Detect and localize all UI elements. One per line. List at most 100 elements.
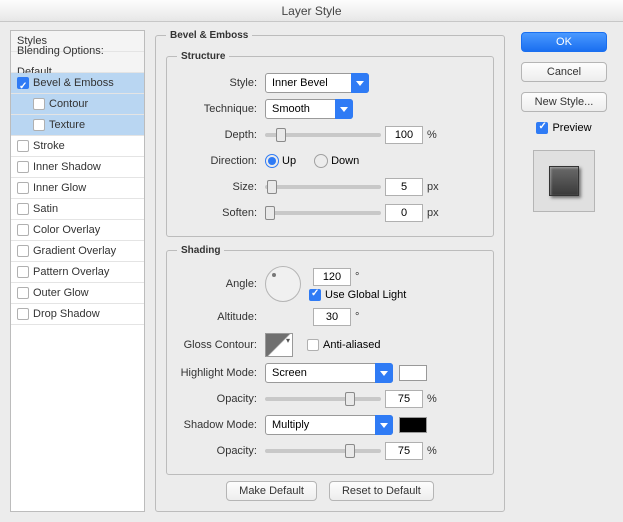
effect-checkbox[interactable] (17, 203, 29, 215)
shadow-mode-select[interactable]: Multiply (265, 415, 393, 435)
reset-default-button[interactable]: Reset to Default (329, 481, 434, 501)
style-label: Style: (177, 77, 265, 89)
angle-label: Angle: (177, 278, 265, 290)
window-titlebar: Layer Style (0, 0, 623, 22)
effect-row[interactable]: Texture (11, 115, 144, 136)
effect-label: Inner Glow (33, 178, 86, 199)
depth-input[interactable] (385, 126, 423, 144)
shading-legend: Shading (177, 245, 224, 256)
effect-checkbox[interactable] (17, 182, 29, 194)
effect-row[interactable]: Bevel & Emboss (11, 73, 144, 94)
highlight-mode-select[interactable]: Screen (265, 363, 393, 383)
effect-checkbox[interactable] (17, 161, 29, 173)
size-input[interactable] (385, 178, 423, 196)
effect-checkbox[interactable] (17, 245, 29, 257)
content: Styles Blending Options: Default Bevel &… (0, 22, 623, 522)
anti-aliased-label: Anti-aliased (323, 339, 380, 351)
effect-checkbox[interactable] (17, 140, 29, 152)
hl-opacity-slider[interactable] (265, 397, 381, 401)
effect-row[interactable]: Pattern Overlay (11, 262, 144, 283)
sh-opacity-input[interactable] (385, 442, 423, 460)
shadow-color-swatch[interactable] (399, 417, 427, 433)
depth-slider[interactable] (265, 133, 381, 137)
effect-row[interactable]: Satin (11, 199, 144, 220)
bevel-emboss-panel: Bevel & Emboss Structure Style: Inner Be… (155, 30, 505, 512)
hl-opacity-input[interactable] (385, 390, 423, 408)
effect-row[interactable]: Drop Shadow (11, 304, 144, 325)
soften-slider[interactable] (265, 211, 381, 215)
sh-opacity-label: Opacity: (177, 445, 265, 457)
new-style-button[interactable]: New Style... (521, 92, 607, 112)
effect-label: Satin (33, 199, 58, 220)
angle-unit: ° (355, 271, 359, 283)
effect-row[interactable]: Inner Shadow (11, 157, 144, 178)
effect-row[interactable]: Outer Glow (11, 283, 144, 304)
direction-down-radio[interactable] (314, 154, 328, 168)
effect-checkbox[interactable] (17, 77, 29, 89)
effect-label: Color Overlay (33, 220, 100, 241)
gloss-contour-picker[interactable]: ▾ (265, 333, 293, 357)
size-slider[interactable] (265, 185, 381, 189)
altitude-label: Altitude: (177, 311, 265, 323)
effect-label: Texture (49, 115, 85, 136)
technique-select[interactable]: Smooth (265, 99, 353, 119)
ok-button[interactable]: OK (521, 32, 607, 52)
soften-label: Soften: (177, 207, 265, 219)
effect-label: Drop Shadow (33, 304, 100, 325)
direction-up-radio[interactable] (265, 154, 279, 168)
shadow-mode-label: Shadow Mode: (177, 419, 265, 431)
effect-row[interactable]: Contour (11, 94, 144, 115)
structure-legend: Structure (177, 51, 229, 62)
layer-style-window: Layer Style Styles Blending Options: Def… (0, 0, 623, 502)
sh-opacity-slider[interactable] (265, 449, 381, 453)
effect-label: Contour (49, 94, 88, 115)
effect-row[interactable]: Stroke (11, 136, 144, 157)
preview-inner (549, 166, 579, 196)
panel-title: Bevel & Emboss (166, 30, 252, 41)
angle-input[interactable] (313, 268, 351, 286)
global-light-label: Use Global Light (325, 289, 406, 301)
preview-swatch (533, 150, 595, 212)
direction-label: Direction: (177, 155, 265, 167)
highlight-color-swatch[interactable] (399, 365, 427, 381)
preview-checkbox[interactable] (536, 122, 548, 134)
effect-row[interactable]: Gradient Overlay (11, 241, 144, 262)
soften-unit: px (427, 207, 439, 219)
effect-label: Stroke (33, 136, 65, 157)
effect-label: Pattern Overlay (33, 262, 109, 283)
altitude-unit: ° (355, 311, 359, 323)
cancel-button[interactable]: Cancel (521, 62, 607, 82)
hl-opacity-label: Opacity: (177, 393, 265, 405)
effect-checkbox[interactable] (17, 266, 29, 278)
soften-input[interactable] (385, 204, 423, 222)
global-light-checkbox[interactable] (309, 289, 321, 301)
effect-label: Outer Glow (33, 283, 89, 304)
angle-dial[interactable] (265, 266, 301, 302)
effect-row[interactable]: Inner Glow (11, 178, 144, 199)
make-default-button[interactable]: Make Default (226, 481, 317, 501)
structure-group: Structure Style: Inner Bevel Technique: … (166, 51, 494, 237)
blending-options-row[interactable]: Blending Options: Default (11, 52, 144, 73)
sh-opacity-unit: % (427, 445, 437, 457)
effect-row[interactable]: Color Overlay (11, 220, 144, 241)
size-unit: px (427, 181, 439, 193)
effect-checkbox[interactable] (33, 98, 45, 110)
bevel-emboss-group: Bevel & Emboss Structure Style: Inner Be… (155, 30, 505, 512)
size-label: Size: (177, 181, 265, 193)
altitude-input[interactable] (313, 308, 351, 326)
effect-checkbox[interactable] (17, 224, 29, 236)
depth-label: Depth: (177, 129, 265, 141)
effect-label: Gradient Overlay (33, 241, 116, 262)
effect-checkbox[interactable] (33, 119, 45, 131)
anti-aliased-checkbox[interactable] (307, 339, 319, 351)
effect-checkbox[interactable] (17, 287, 29, 299)
direction-up-label: Up (282, 155, 296, 167)
direction-down-label: Down (331, 155, 359, 167)
chevron-down-icon: ▾ (286, 336, 290, 345)
gloss-contour-label: Gloss Contour: (177, 339, 265, 351)
highlight-mode-label: Highlight Mode: (177, 367, 265, 379)
style-select[interactable]: Inner Bevel (265, 73, 369, 93)
hl-opacity-unit: % (427, 393, 437, 405)
effect-checkbox[interactable] (17, 308, 29, 320)
styles-list: Styles Blending Options: Default Bevel &… (10, 30, 145, 512)
